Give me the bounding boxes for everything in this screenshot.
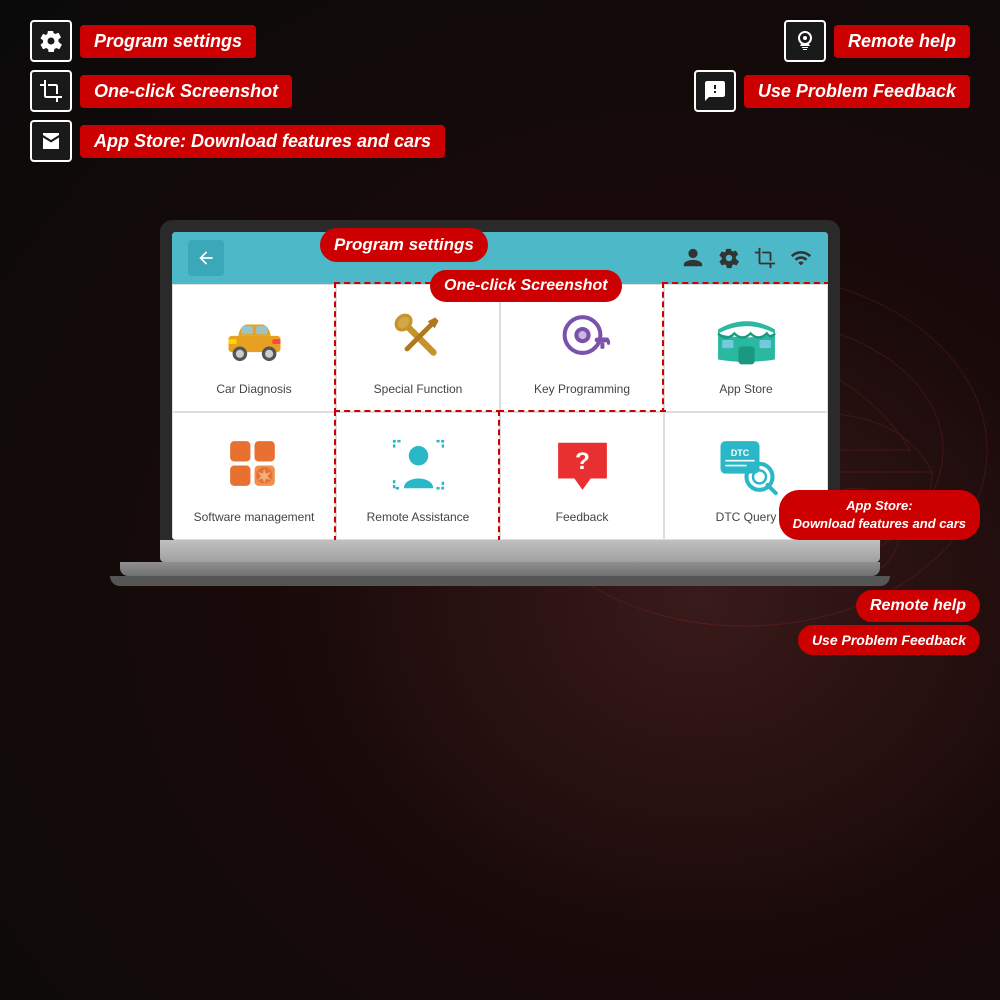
remote-assistance-label: Remote Assistance	[367, 510, 470, 524]
dtc-query-label: DTC Query	[716, 510, 777, 524]
remote-assistance-icon	[386, 433, 451, 498]
app-store-icon	[714, 305, 779, 370]
app-cell-special-function[interactable]: Special Function	[336, 284, 500, 412]
store-icon-box	[30, 120, 72, 162]
appstore-label: App Store: Download features and cars	[80, 125, 445, 158]
screenshot-label: One-click Screenshot	[80, 75, 292, 108]
feature-program-settings: Program settings	[30, 20, 256, 62]
feature-screenshot: One-click Screenshot	[30, 70, 292, 112]
back-arrow-icon	[196, 248, 216, 268]
app-grid: Car Diagnosis	[172, 284, 828, 540]
store-icon	[39, 129, 63, 153]
remote-help-label: Remote help	[834, 25, 970, 58]
profile-icon[interactable]	[682, 247, 704, 269]
remote-icon-box	[784, 20, 826, 62]
svg-text:DTC: DTC	[730, 448, 749, 458]
feedback-icon-box	[694, 70, 736, 112]
feature-problem-feedback: Use Problem Feedback	[694, 70, 970, 112]
back-button[interactable]	[188, 240, 224, 276]
laptop-foot	[110, 576, 890, 586]
gear-icon	[39, 29, 63, 53]
appstore-line1: App Store:	[846, 498, 912, 513]
appstore-line2: Download features and cars	[793, 516, 966, 531]
software-management-label: Software management	[194, 510, 315, 524]
features-row-3: App Store: Download features and cars	[30, 120, 970, 162]
callout-appstore: App Store: Download features and cars	[779, 490, 980, 540]
callout-remote-help: Remote help	[856, 590, 980, 622]
callout-screenshot: One-click Screenshot	[430, 270, 622, 302]
app-cell-key-programming[interactable]: Key Programming	[500, 284, 664, 412]
laptop: Car Diagnosis	[50, 220, 950, 980]
remote-help-icon	[793, 29, 817, 53]
crop-icon	[39, 79, 63, 103]
app-cell-remote-assistance[interactable]: Remote Assistance	[336, 412, 500, 540]
special-function-label: Special Function	[374, 382, 463, 396]
special-function-icon	[386, 305, 451, 370]
car-diagnosis-icon	[222, 305, 287, 370]
gear-icon-box	[30, 20, 72, 62]
feedback-label: Feedback	[556, 510, 609, 524]
app-cell-software-management[interactable]: Software management	[172, 412, 336, 540]
laptop-base	[160, 540, 880, 562]
problem-feedback-icon	[703, 79, 727, 103]
features-row-2: One-click Screenshot Use Problem Feedbac…	[30, 70, 970, 112]
wifi-icon[interactable]	[790, 247, 812, 269]
software-management-icon	[222, 433, 287, 498]
laptop-hinge	[120, 562, 880, 576]
svg-text:?: ?	[575, 448, 590, 475]
crop-icon-box	[30, 70, 72, 112]
callout-use-problem-feedback: Use Problem Feedback	[798, 625, 980, 655]
app-cell-feedback[interactable]: ? Feedback	[500, 412, 664, 540]
app-store-label: App Store	[719, 382, 772, 396]
feature-appstore: App Store: Download features and cars	[30, 120, 445, 162]
app-cell-car-diagnosis[interactable]: Car Diagnosis	[172, 284, 336, 412]
key-programming-label: Key Programming	[534, 382, 630, 396]
feature-remote-help: Remote help	[784, 20, 970, 62]
key-programming-icon	[550, 305, 615, 370]
screenshot-header-icon[interactable]	[754, 247, 776, 269]
settings-icon[interactable]	[718, 247, 740, 269]
dtc-query-icon: DTC	[714, 433, 779, 498]
features-row-1: Program settings Remote help	[30, 20, 970, 62]
app-cell-app-store[interactable]: App Store	[664, 284, 828, 412]
header-icons	[682, 247, 812, 269]
car-diagnosis-label: Car Diagnosis	[216, 382, 291, 396]
laptop-bezel: Car Diagnosis	[160, 220, 840, 540]
callout-program-settings: Program settings	[320, 228, 488, 262]
features-panel: Program settings Remote help One-click S…	[30, 20, 970, 162]
feedback-icon: ?	[550, 433, 615, 498]
program-settings-label: Program settings	[80, 25, 256, 58]
problem-feedback-label: Use Problem Feedback	[744, 75, 970, 108]
